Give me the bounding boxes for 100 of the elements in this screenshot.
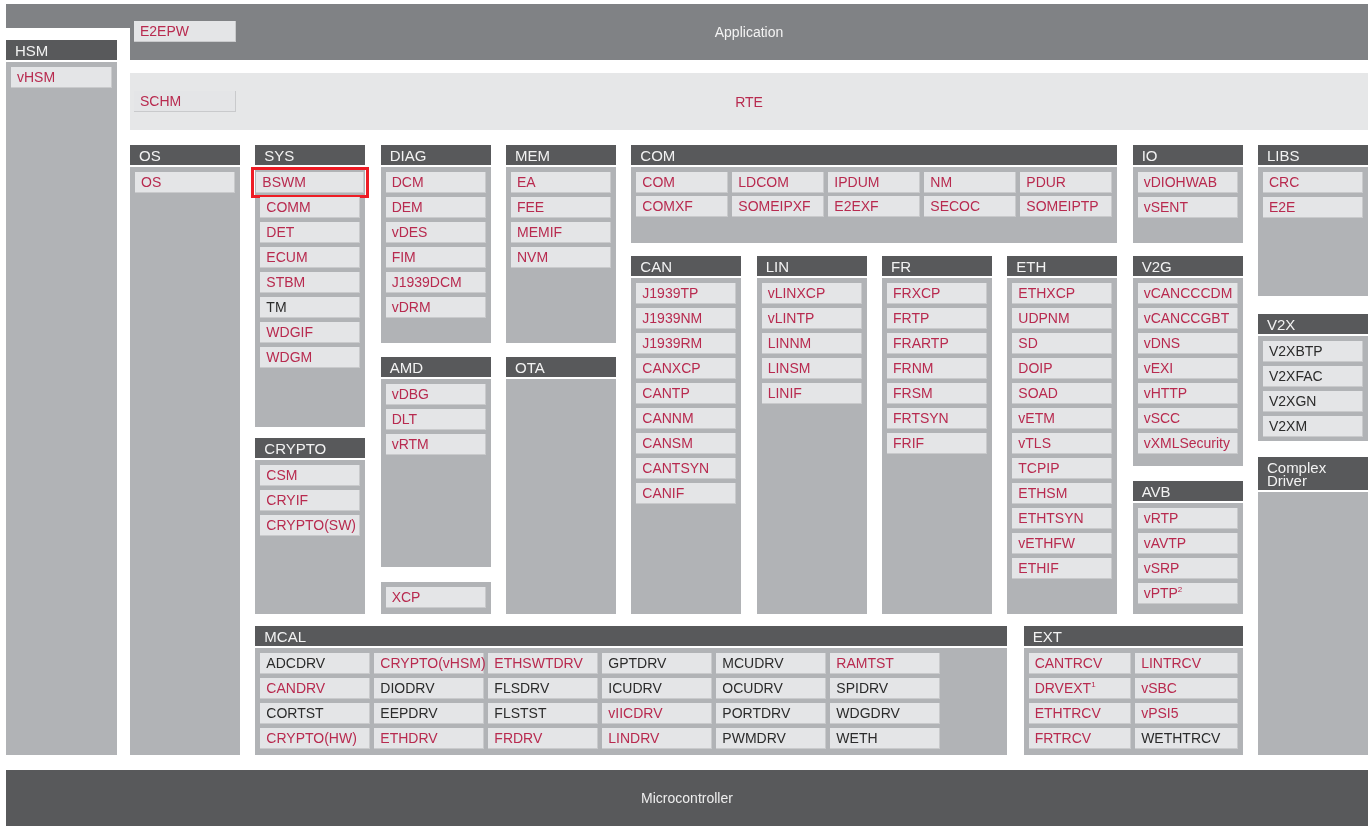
module-block: vRTP (1137, 508, 1238, 529)
module-block: vCANCCCDM (1137, 283, 1238, 304)
module-block: ICUDRV (602, 678, 713, 699)
module-block: STBM (260, 272, 361, 293)
module-block: BSWM (256, 172, 365, 193)
module-block: vSBC (1135, 678, 1238, 699)
module-block: FRIF (886, 433, 987, 454)
module-block: PWMDRV (716, 728, 827, 749)
module-block: CRYPTO(SW) (260, 515, 361, 536)
group-header: COM (631, 145, 1118, 165)
module-block: LDCOM (732, 172, 825, 193)
module-block: V2XFAC (1262, 366, 1363, 387)
module-block: FRTRCV (1028, 728, 1132, 749)
module-block: LINIF (761, 383, 862, 404)
group-header: HSM (6, 40, 117, 60)
module-block: CRC (1262, 172, 1363, 193)
module-block: WETHTRCV (1135, 728, 1238, 749)
module-block: PORTDRV (716, 703, 827, 724)
layer-title: Application (713, 24, 785, 40)
module-block: ETHSM (1012, 483, 1113, 504)
module-block: COMXF (636, 196, 729, 217)
module-block: FEE (511, 197, 611, 218)
module-block: ECUM (260, 247, 361, 268)
group-header: IO (1132, 145, 1243, 165)
module-block: SECOC (924, 196, 1017, 217)
module-block: LINTRCV (1135, 653, 1238, 674)
module-block: ETHTSYN (1012, 508, 1113, 529)
module-block: EA (511, 172, 611, 193)
module-block: CANDRV (260, 678, 371, 699)
group-header: AMD (380, 357, 491, 377)
module-block: vRTM (385, 434, 486, 455)
module-block: V2XBTP (1262, 341, 1363, 362)
module-block: EEPDRV (374, 703, 485, 724)
module-block: vAVTP (1137, 533, 1238, 554)
module-block: vPSI5 (1135, 703, 1238, 724)
module-block: ETHSWTDRV (488, 653, 599, 674)
module-block: CSM (260, 465, 361, 486)
module-block: DLT (385, 409, 486, 430)
module-block: GPTDRV (602, 653, 713, 674)
group-header: CRYPTO (255, 438, 366, 458)
module-block: OS (135, 172, 235, 193)
group-header: LIN (756, 256, 867, 276)
group-header: MCAL (255, 626, 1008, 646)
module-block: MEMIF (511, 222, 611, 243)
module-block: CANTP (636, 383, 737, 404)
group-header: V2X (1257, 314, 1368, 334)
module-block: LINSM (761, 358, 862, 379)
module-block: E2EXF (828, 196, 921, 217)
module-block: ETHXCP (1012, 283, 1113, 304)
module-block: CANSM (636, 433, 737, 454)
module-block: NM (924, 172, 1017, 193)
module-block: FIM (385, 247, 486, 268)
module-block: FRTSYN (886, 408, 987, 429)
module-block: ETHTRCV (1028, 703, 1132, 724)
module-block: vETHFW (1012, 533, 1113, 554)
module-block: vSCC (1137, 408, 1238, 429)
module-block: V2XGN (1262, 391, 1363, 412)
module-block: SOMEIPTP (1020, 196, 1113, 217)
module-block: LINNM (761, 333, 862, 354)
module-block: SD (1012, 333, 1113, 354)
module-block: IPDUM (828, 172, 921, 193)
module-block: WDGDRV (830, 703, 941, 724)
module-block: FRNM (886, 358, 987, 379)
module-block: vDIOHWAB (1137, 172, 1238, 193)
group-header: LIBS (1257, 145, 1368, 165)
module-block: TM (260, 297, 361, 318)
module-block: PDUR (1020, 172, 1113, 193)
group-header: MEM (506, 145, 616, 165)
module-block: CANNM (636, 408, 737, 429)
group-header: AVB (1132, 481, 1243, 501)
module-block: vTLS (1012, 433, 1113, 454)
module-block: LINDRV (602, 728, 713, 749)
module-block: vXMLSecurity (1137, 433, 1238, 454)
module-block: ADCDRV (260, 653, 371, 674)
module-block: WETH (830, 728, 941, 749)
module-block: FRTP (886, 308, 987, 329)
module-block: RAMTST (830, 653, 941, 674)
module-block: J1939DCM (385, 272, 486, 293)
module-block: FLSTST (488, 703, 599, 724)
module-block: XCP (385, 587, 486, 608)
module-block: DCM (385, 172, 486, 193)
module-block: vIICDRV (602, 703, 713, 724)
module-block: E2EPW (134, 21, 236, 42)
module-block: TCPIP (1012, 458, 1113, 479)
module-block: vETM (1012, 408, 1113, 429)
module-block: UDPNM (1012, 308, 1113, 329)
module-block: DIODRV (374, 678, 485, 699)
group-header: CAN (631, 256, 742, 276)
module-block: DRVEXT$^{1}$ (1028, 678, 1132, 699)
module-block: vCANCCGBT (1137, 308, 1238, 329)
module-block: CORTST (260, 703, 371, 724)
module-block: vPTP$^{2}$ (1137, 583, 1238, 604)
module-block: FRDRV (488, 728, 599, 749)
module-block: COM (636, 172, 729, 193)
module-block: vHTTP (1137, 383, 1238, 404)
module-block: CANTSYN (636, 458, 737, 479)
module-block: DOIP (1012, 358, 1113, 379)
module-block: FRXCP (886, 283, 987, 304)
layer-title: Microcontroller (640, 790, 734, 806)
module-block: J1939RM (636, 333, 737, 354)
